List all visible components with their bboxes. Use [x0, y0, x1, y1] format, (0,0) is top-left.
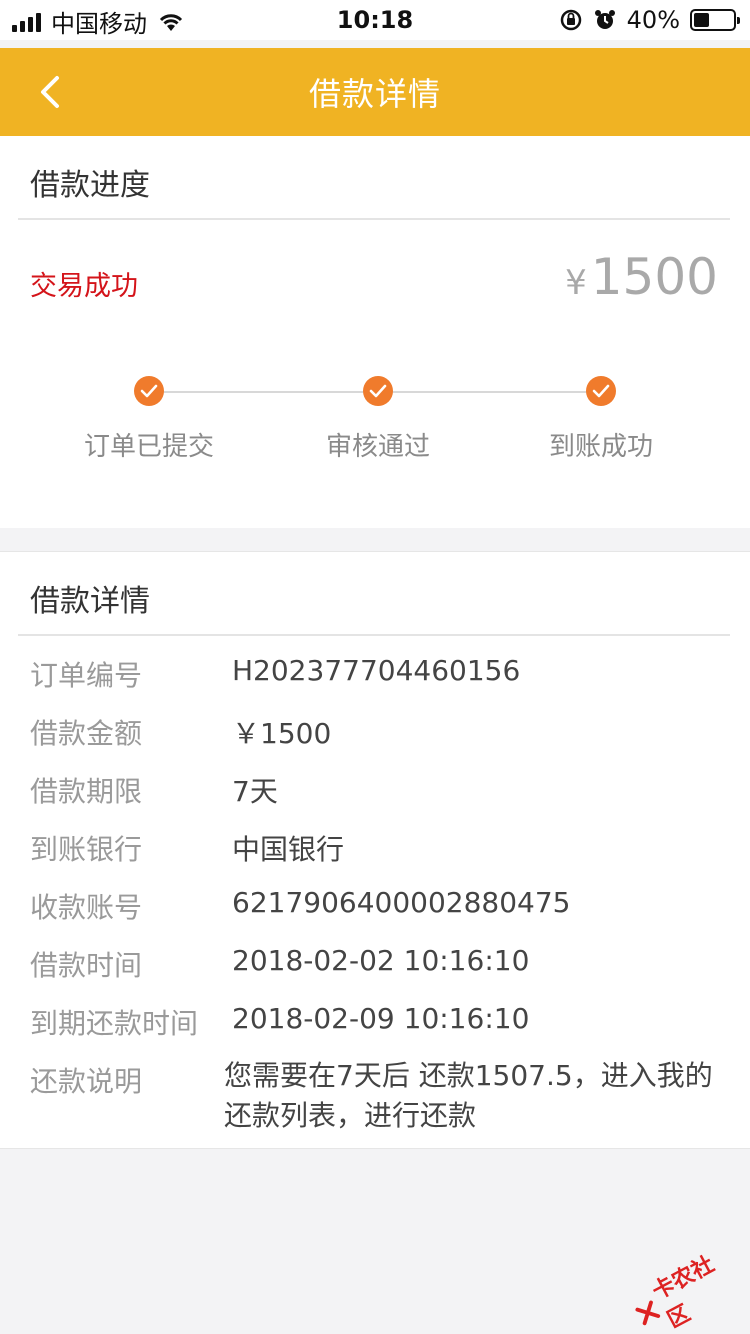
watermark-logo: 卡农社区	[624, 1240, 749, 1334]
orientation-lock-icon	[560, 9, 581, 31]
loan-amount-label: 借款金额	[30, 717, 143, 750]
loan-progress-card: 借款进度 交易成功 ¥ 1500 订单已提交 审核通过 到账成功	[0, 136, 750, 528]
battery-percent: 40%	[626, 6, 680, 34]
battery-icon	[690, 9, 740, 31]
loan-amount-value: ￥1500	[232, 717, 332, 750]
chevron-left-icon	[41, 76, 59, 108]
details-divider	[18, 634, 730, 636]
step-label-received: 到账成功	[548, 432, 654, 462]
status-bar: 中国移动 10:18 40%	[0, 0, 750, 40]
page-title: 借款详情	[308, 75, 441, 113]
loan-time-value: 2018-02-02 10:16:10	[232, 944, 530, 977]
alarm-icon	[594, 10, 615, 29]
battery-fill	[694, 13, 709, 27]
loan-time-label: 借款时间	[30, 949, 143, 982]
account-number-label: 收款账号	[30, 891, 143, 924]
nav-bar: 借款详情	[0, 48, 750, 136]
loan-amount: ¥ 1500	[565, 248, 718, 306]
status-right: 40%	[559, 6, 740, 34]
receiving-bank-value: 中国银行	[232, 833, 345, 866]
step-2-check-icon	[363, 376, 393, 406]
amount-value: 1500	[590, 248, 718, 306]
receiving-bank-label: 到账银行	[30, 833, 143, 866]
due-time-label: 到期还款时间	[30, 1007, 199, 1040]
loan-term-label: 借款期限	[30, 775, 143, 808]
transaction-status: 交易成功	[30, 271, 138, 302]
back-button[interactable]	[28, 70, 72, 114]
progress-divider	[18, 218, 730, 220]
repayment-note-value: 您需要在7天后 还款1507.5，进入我的还款列表，进行还款	[224, 1059, 713, 1132]
due-time-value: 2018-02-09 10:16:10	[232, 1002, 530, 1035]
step-label-approved: 审核通过	[325, 432, 431, 462]
order-number-value: H202377704460156	[232, 654, 521, 687]
details-section-title: 借款详情	[30, 584, 150, 619]
repayment-note-label: 还款说明	[30, 1065, 143, 1098]
loan-details-card: 借款详情 订单编号 H202377704460156 借款金额 ￥1500 借款…	[0, 551, 750, 1149]
order-number-label: 订单编号	[30, 659, 143, 692]
step-label-submitted: 订单已提交	[83, 432, 215, 462]
account-number-value: 6217906400002880475	[232, 886, 571, 919]
watermark-text: 卡农社区	[648, 1252, 719, 1334]
currency-symbol: ¥	[565, 263, 587, 303]
progress-section-title: 借款进度	[30, 168, 150, 203]
step-3-check-icon	[586, 376, 616, 406]
loan-term-value: 7天	[232, 775, 278, 808]
step-1-check-icon	[134, 376, 164, 406]
